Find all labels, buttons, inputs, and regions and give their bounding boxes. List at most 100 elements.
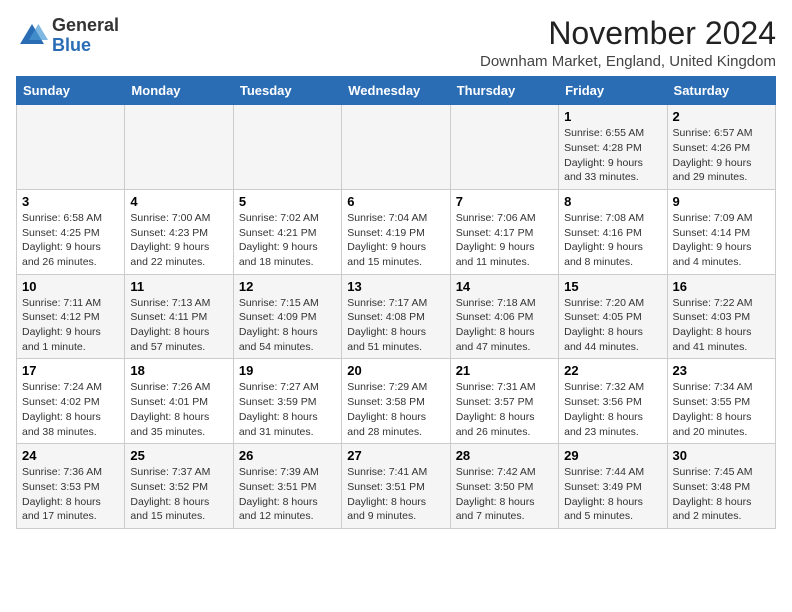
- calendar-week-row: 10 Sunrise: 7:11 AM Sunset: 4:12 PM Dayli…: [17, 274, 776, 359]
- calendar-cell: 23Sunrise: 7:34 AM Sunset: 3:55 PM Dayli…: [667, 359, 775, 444]
- calendar-cell: 25Sunrise: 7:37 AM Sunset: 3:52 PM Dayli…: [125, 444, 233, 529]
- calendar-cell: 8 Sunrise: 7:08 AM Sunset: 4:16 PM Daylig…: [559, 189, 667, 274]
- day-info: Sunrise: 7:04 AM Sunset: 4:19 PM Dayligh…: [347, 211, 444, 270]
- calendar-week-row: 1 Sunrise: 6:55 AM Sunset: 4:28 PM Daylig…: [17, 105, 776, 190]
- day-number: 20: [347, 363, 444, 378]
- day-number: 26: [239, 448, 336, 463]
- calendar-cell: 19Sunrise: 7:27 AM Sunset: 3:59 PM Dayli…: [233, 359, 341, 444]
- day-info: Sunrise: 7:17 AM Sunset: 4:08 PM Dayligh…: [347, 296, 444, 355]
- calendar-cell: 28 Sunrise: 7:42 AM Sunset: 3:50 PM Dayli…: [450, 444, 558, 529]
- calendar-cell: 6Sunrise: 7:04 AM Sunset: 4:19 PM Daylig…: [342, 189, 450, 274]
- day-number: 4: [130, 194, 227, 209]
- day-number: 15: [564, 279, 661, 294]
- logo-general-text: General: [52, 16, 119, 36]
- day-number: 5: [239, 194, 336, 209]
- calendar-cell: 14Sunrise: 7:18 AM Sunset: 4:06 PM Dayli…: [450, 274, 558, 359]
- calendar-table: SundayMondayTuesdayWednesdayThursdayFrid…: [16, 76, 776, 529]
- day-info: Sunrise: 7:08 AM Sunset: 4:16 PM Dayligh…: [564, 211, 661, 270]
- calendar-cell: 24 Sunrise: 7:36 AM Sunset: 3:53 PM Dayli…: [17, 444, 125, 529]
- day-info: Sunrise: 7:44 AM Sunset: 3:49 PM Dayligh…: [564, 465, 661, 524]
- day-info: Sunrise: 7:27 AM Sunset: 3:59 PM Dayligh…: [239, 380, 336, 439]
- day-number: 25: [130, 448, 227, 463]
- col-header-wednesday: Wednesday: [342, 77, 450, 105]
- day-info: Sunrise: 7:26 AM Sunset: 4:01 PM Dayligh…: [130, 380, 227, 439]
- calendar-cell: 1 Sunrise: 6:55 AM Sunset: 4:28 PM Daylig…: [559, 105, 667, 190]
- day-number: 1: [564, 109, 661, 124]
- col-header-tuesday: Tuesday: [233, 77, 341, 105]
- day-number: 29: [564, 448, 661, 463]
- day-info: Sunrise: 6:55 AM Sunset: 4:28 PM Dayligh…: [564, 126, 661, 185]
- day-number: 13: [347, 279, 444, 294]
- day-number: 24: [22, 448, 119, 463]
- day-number: 27: [347, 448, 444, 463]
- calendar-cell: 18 Sunrise: 7:26 AM Sunset: 4:01 PM Dayli…: [125, 359, 233, 444]
- calendar-cell: 30Sunrise: 7:45 AM Sunset: 3:48 PM Dayli…: [667, 444, 775, 529]
- calendar-week-row: 24 Sunrise: 7:36 AM Sunset: 3:53 PM Dayli…: [17, 444, 776, 529]
- day-number: 11: [130, 279, 227, 294]
- day-info: Sunrise: 7:00 AM Sunset: 4:23 PM Dayligh…: [130, 211, 227, 270]
- day-number: 17: [22, 363, 119, 378]
- calendar-cell: [17, 105, 125, 190]
- calendar-cell: 3 Sunrise: 6:58 AM Sunset: 4:25 PM Daylig…: [17, 189, 125, 274]
- calendar-header-row: SundayMondayTuesdayWednesdayThursdayFrid…: [17, 77, 776, 105]
- day-number: 3: [22, 194, 119, 209]
- day-info: Sunrise: 7:20 AM Sunset: 4:05 PM Dayligh…: [564, 296, 661, 355]
- calendar-cell: 17 Sunrise: 7:24 AM Sunset: 4:02 PM Dayli…: [17, 359, 125, 444]
- logo: General Blue: [16, 16, 119, 56]
- col-header-saturday: Saturday: [667, 77, 775, 105]
- day-number: 30: [673, 448, 770, 463]
- calendar-cell: 20Sunrise: 7:29 AM Sunset: 3:58 PM Dayli…: [342, 359, 450, 444]
- logo-blue-text: Blue: [52, 36, 119, 56]
- day-info: Sunrise: 7:39 AM Sunset: 3:51 PM Dayligh…: [239, 465, 336, 524]
- calendar-cell: [125, 105, 233, 190]
- day-number: 28: [456, 448, 553, 463]
- calendar-cell: 4 Sunrise: 7:00 AM Sunset: 4:23 PM Daylig…: [125, 189, 233, 274]
- calendar-cell: 2Sunrise: 6:57 AM Sunset: 4:26 PM Daylig…: [667, 105, 775, 190]
- header: General Blue November 2024 Downham Marke…: [16, 16, 776, 70]
- calendar-cell: [342, 105, 450, 190]
- calendar-cell: 9Sunrise: 7:09 AM Sunset: 4:14 PM Daylig…: [667, 189, 775, 274]
- calendar-cell: 26 Sunrise: 7:39 AM Sunset: 3:51 PM Dayli…: [233, 444, 341, 529]
- col-header-thursday: Thursday: [450, 77, 558, 105]
- day-info: Sunrise: 7:11 AM Sunset: 4:12 PM Dayligh…: [22, 296, 119, 355]
- location-subtitle: Downham Market, England, United Kingdom: [480, 53, 776, 70]
- day-number: 16: [673, 279, 770, 294]
- day-info: Sunrise: 7:13 AM Sunset: 4:11 PM Dayligh…: [130, 296, 227, 355]
- calendar-cell: [450, 105, 558, 190]
- calendar-cell: 5Sunrise: 7:02 AM Sunset: 4:21 PM Daylig…: [233, 189, 341, 274]
- day-info: Sunrise: 7:09 AM Sunset: 4:14 PM Dayligh…: [673, 211, 770, 270]
- day-info: Sunrise: 7:31 AM Sunset: 3:57 PM Dayligh…: [456, 380, 553, 439]
- calendar-cell: [233, 105, 341, 190]
- calendar-cell: 16 Sunrise: 7:22 AM Sunset: 4:03 PM Dayli…: [667, 274, 775, 359]
- col-header-monday: Monday: [125, 77, 233, 105]
- calendar-cell: 13 Sunrise: 7:17 AM Sunset: 4:08 PM Dayli…: [342, 274, 450, 359]
- calendar-cell: 22 Sunrise: 7:32 AM Sunset: 3:56 PM Dayli…: [559, 359, 667, 444]
- calendar-week-row: 3 Sunrise: 6:58 AM Sunset: 4:25 PM Daylig…: [17, 189, 776, 274]
- calendar-cell: 12 Sunrise: 7:15 AM Sunset: 4:09 PM Dayli…: [233, 274, 341, 359]
- day-number: 10: [22, 279, 119, 294]
- title-area: November 2024 Downham Market, England, U…: [480, 16, 776, 70]
- day-info: Sunrise: 6:58 AM Sunset: 4:25 PM Dayligh…: [22, 211, 119, 270]
- day-info: Sunrise: 7:06 AM Sunset: 4:17 PM Dayligh…: [456, 211, 553, 270]
- month-title: November 2024: [480, 16, 776, 51]
- day-number: 21: [456, 363, 553, 378]
- day-number: 7: [456, 194, 553, 209]
- calendar-cell: 21 Sunrise: 7:31 AM Sunset: 3:57 PM Dayli…: [450, 359, 558, 444]
- day-info: Sunrise: 7:42 AM Sunset: 3:50 PM Dayligh…: [456, 465, 553, 524]
- day-number: 8: [564, 194, 661, 209]
- day-info: Sunrise: 7:32 AM Sunset: 3:56 PM Dayligh…: [564, 380, 661, 439]
- day-number: 12: [239, 279, 336, 294]
- day-info: Sunrise: 7:22 AM Sunset: 4:03 PM Dayligh…: [673, 296, 770, 355]
- day-number: 22: [564, 363, 661, 378]
- calendar-cell: 15 Sunrise: 7:20 AM Sunset: 4:05 PM Dayli…: [559, 274, 667, 359]
- logo-icon: [16, 20, 48, 52]
- day-info: Sunrise: 7:34 AM Sunset: 3:55 PM Dayligh…: [673, 380, 770, 439]
- day-number: 2: [673, 109, 770, 124]
- day-info: Sunrise: 7:41 AM Sunset: 3:51 PM Dayligh…: [347, 465, 444, 524]
- day-number: 18: [130, 363, 227, 378]
- day-info: Sunrise: 7:36 AM Sunset: 3:53 PM Dayligh…: [22, 465, 119, 524]
- calendar-cell: 7 Sunrise: 7:06 AM Sunset: 4:17 PM Daylig…: [450, 189, 558, 274]
- col-header-friday: Friday: [559, 77, 667, 105]
- day-info: Sunrise: 7:24 AM Sunset: 4:02 PM Dayligh…: [22, 380, 119, 439]
- day-info: Sunrise: 7:15 AM Sunset: 4:09 PM Dayligh…: [239, 296, 336, 355]
